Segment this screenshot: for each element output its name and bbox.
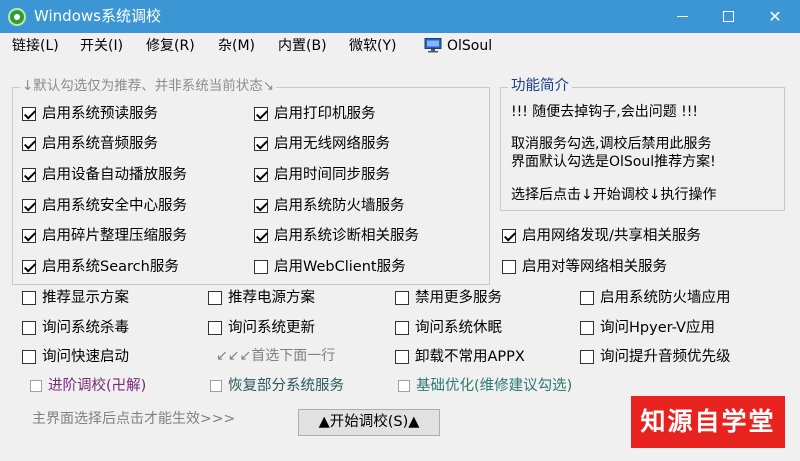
service-checkbox[interactable]: 启用系统预读服务 [22, 104, 158, 124]
option-checkbox[interactable]: 询问系统休眠 [395, 318, 502, 338]
service-checkbox[interactable]: 启用时间同步服务 [254, 165, 390, 185]
close-button[interactable]: ✕ [752, 0, 798, 33]
watermark-logo: 知源自学堂 [631, 396, 785, 448]
option-checkbox[interactable]: 卸载不常用APPX [395, 347, 525, 367]
checkbox-box[interactable] [30, 380, 42, 392]
checkbox-box[interactable] [580, 291, 594, 305]
group-legend: ↓默认勾选仅为推荐、并非系统当前状态↘ [20, 78, 277, 94]
intro-line: 界面默认勾选是OlSoul推荐方案! [511, 154, 716, 170]
checkbox-box[interactable] [580, 321, 594, 335]
checkbox-box[interactable] [22, 350, 36, 364]
checkbox-box[interactable] [210, 380, 222, 392]
option-checkbox[interactable]: 询问系统更新 [208, 318, 315, 338]
checkbox-box[interactable] [254, 137, 268, 151]
app-icon [8, 8, 26, 26]
intro-warning: !!! 随便去掉钩子,会出问题 !!! [511, 104, 699, 120]
checkbox-box[interactable] [22, 168, 36, 182]
menu-microsoft[interactable]: 微软(Y) [349, 38, 396, 55]
maximize-icon [723, 11, 734, 22]
checkbox-box[interactable] [254, 229, 268, 243]
checkbox-box[interactable] [254, 168, 268, 182]
service-checkbox[interactable]: 启用系统音频服务 [22, 134, 158, 154]
intro-line: 取消服务勾选,调校后禁用此服务 [511, 136, 712, 152]
service-checkbox[interactable]: 启用碎片整理压缩服务 [22, 226, 187, 246]
checkbox-box[interactable] [254, 107, 268, 121]
service-checkbox[interactable]: 启用对等网络相关服务 [502, 257, 667, 277]
service-checkbox[interactable]: 启用设备自动播放服务 [22, 165, 187, 185]
menu-builtin[interactable]: 内置(B) [278, 38, 327, 55]
option-checkbox[interactable]: 询问Hpyer-V应用 [580, 318, 715, 338]
checkbox-box[interactable] [22, 137, 36, 151]
menu-switch[interactable]: 开关(I) [80, 38, 123, 55]
service-checkbox[interactable]: 启用网络发现/共享相关服务 [502, 226, 701, 246]
checkbox-box[interactable] [502, 260, 516, 274]
apply-note: 主界面选择后点击才能生效>>> [32, 411, 236, 427]
checkbox-box[interactable] [254, 199, 268, 213]
option-checkbox[interactable]: 禁用更多服务 [395, 288, 502, 308]
checkbox-box[interactable] [208, 291, 222, 305]
start-tune-button[interactable]: ▲开始调校(S)▲ [298, 409, 440, 436]
mode-advanced-checkbox[interactable]: 进阶调校(卍解) [30, 376, 146, 396]
service-checkbox[interactable]: 启用打印机服务 [254, 104, 376, 124]
menu-misc[interactable]: 杂(M) [218, 38, 255, 55]
option-checkbox[interactable]: 询问快速启动 [22, 347, 129, 367]
menu-repair[interactable]: 修复(R) [146, 38, 195, 55]
close-icon: ✕ [768, 7, 782, 26]
checkbox-box[interactable] [208, 321, 222, 335]
minimize-icon [677, 16, 688, 17]
service-checkbox[interactable]: 启用系统安全中心服务 [22, 196, 187, 216]
checkbox-box[interactable] [502, 229, 516, 243]
intro-instruction: 选择后点击↓开始调校↓执行操作 [511, 187, 717, 203]
checkbox-box[interactable] [22, 260, 36, 274]
option-checkbox[interactable]: 推荐电源方案 [208, 288, 315, 308]
mode-restore-checkbox[interactable]: 恢复部分系统服务 [210, 376, 344, 396]
intro-title: 功能简介 [508, 77, 572, 95]
option-checkbox[interactable]: 询问提升音频优先级 [580, 347, 731, 367]
option-checkbox[interactable]: 询问系统杀毒 [22, 318, 129, 338]
checkbox-box[interactable] [22, 291, 36, 305]
service-checkbox[interactable]: 启用无线网络服务 [254, 134, 390, 154]
first-choice-hint: ↙↙↙首选下面一行 [216, 348, 336, 364]
service-checkbox[interactable]: 启用系统防火墙服务 [254, 196, 405, 216]
minimize-button[interactable] [660, 0, 706, 33]
window-title: Windows系统调校 [34, 7, 161, 25]
checkbox-box[interactable] [254, 260, 268, 274]
option-checkbox[interactable]: 推荐显示方案 [22, 288, 129, 308]
option-checkbox[interactable]: 启用系统防火墙应用 [580, 288, 731, 308]
checkbox-box[interactable] [22, 321, 36, 335]
menu-links[interactable]: 链接(L) [12, 38, 59, 55]
checkbox-box[interactable] [580, 350, 594, 364]
checkbox-box[interactable] [22, 199, 36, 213]
service-checkbox[interactable]: 启用系统Search服务 [22, 257, 179, 277]
menu-olsoul[interactable]: OlSoul [447, 38, 492, 55]
service-checkbox[interactable]: 启用WebClient服务 [254, 257, 406, 277]
computer-icon [424, 38, 442, 53]
checkbox-box[interactable] [395, 350, 409, 364]
checkbox-box[interactable] [22, 107, 36, 121]
mode-basic-checkbox[interactable]: 基础优化(维修建议勾选) [398, 376, 572, 396]
checkbox-box[interactable] [395, 291, 409, 305]
maximize-button[interactable] [706, 0, 752, 33]
checkbox-box[interactable] [395, 321, 409, 335]
checkbox-box[interactable] [22, 229, 36, 243]
service-checkbox[interactable]: 启用系统诊断相关服务 [254, 226, 419, 246]
checkbox-box[interactable] [398, 380, 410, 392]
